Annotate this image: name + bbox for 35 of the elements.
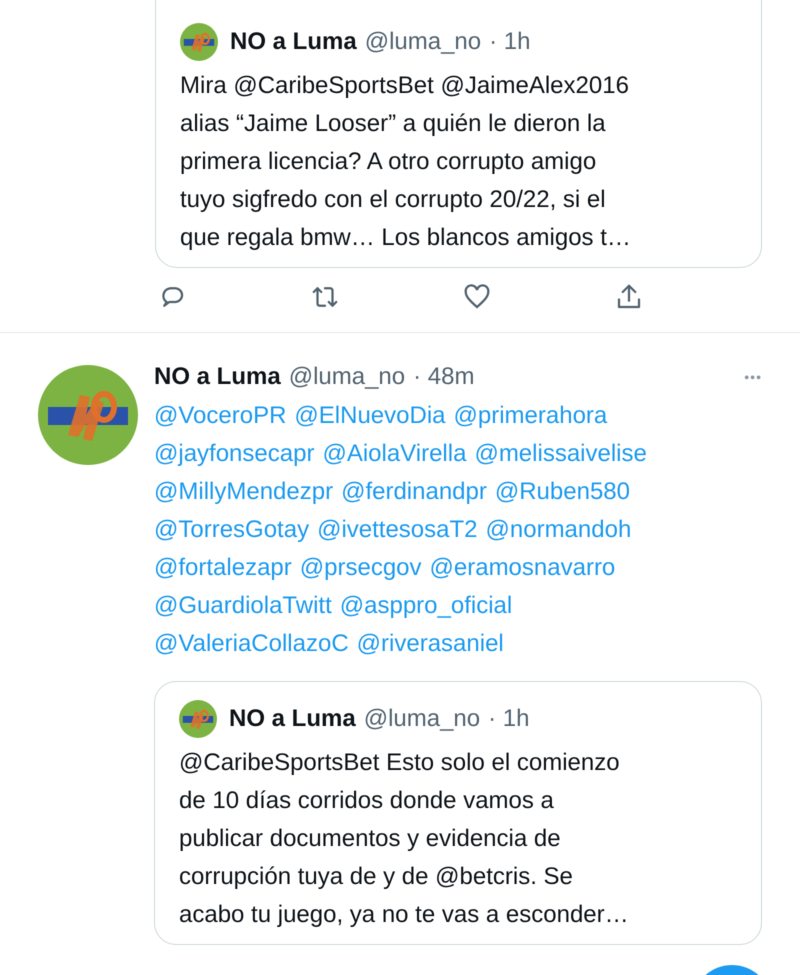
mention-link[interactable]: @AiolaVirella (322, 435, 466, 473)
mention-link[interactable]: @ferdinandpr (341, 473, 487, 511)
mention-link[interactable]: @melissaivelise (474, 435, 647, 473)
mention-link[interactable]: @riverasaniel (356, 625, 504, 663)
mention-link[interactable]: @Ruben580 (494, 473, 630, 511)
mention-link[interactable]: @asppro_oficial (340, 587, 512, 625)
timestamp: · 48m (413, 363, 474, 391)
mention-link[interactable]: @primerahora (454, 397, 608, 435)
mention-link[interactable]: @prsecgov (300, 549, 422, 587)
mention-link[interactable]: @ivettesosaT2 (317, 511, 478, 549)
mention-link[interactable]: @normandoh (486, 511, 632, 549)
mention-link[interactable]: @eramosnavarro (430, 549, 616, 587)
user-handle: @luma_no (364, 28, 482, 56)
mention-link[interactable]: @ElNuevoDia (294, 397, 446, 435)
mention-link[interactable]: @VoceroPR (154, 397, 286, 435)
quoted-tweet-card[interactable] (154, 681, 762, 945)
mention-link[interactable]: @GuardiolaTwitt (154, 587, 332, 625)
avatar (180, 23, 218, 61)
tweet-text: @CaribeSportsBet Esto solo el comienzo de 10 días corridos donde vamos a publicar documentos y evidencia de corrupción tuya de y de @betcris. Se acabo tu juego, ya no te vas a esconder… (179, 748, 630, 930)
display-name: NO a Luma (230, 28, 357, 56)
mention-link[interactable]: @MillyMendezpr (154, 473, 334, 511)
mention-link[interactable]: @jayfonsecapr (154, 435, 314, 473)
user-handle: @luma_no (288, 363, 406, 391)
tweet-text: Mira @CaribeSportsBet @JaimeAlex2016 alias “Jaime Looser” a quién le dieron la primera licencia? A otro corrupto amigo tuyo sigfredo con el corrupto 20/22, si el que regala bmw… Los blancos amigos t… (180, 71, 632, 253)
mention-link[interactable]: @fortalezapr (154, 549, 292, 587)
mention-link[interactable]: @TorresGotay (154, 511, 310, 549)
display-name: NO a Luma (229, 705, 356, 733)
mention-link[interactable]: @ValeriaCollazoC (154, 625, 349, 663)
display-name: NO a Luma (154, 363, 281, 391)
more-options-icon[interactable]: ••• (744, 369, 762, 385)
avatar (179, 700, 217, 738)
timestamp: · 1h (489, 28, 530, 56)
timestamp: · 1h (488, 705, 530, 733)
quoted-tweet-card[interactable] (155, 0, 762, 268)
user-handle: @luma_no (364, 705, 480, 733)
